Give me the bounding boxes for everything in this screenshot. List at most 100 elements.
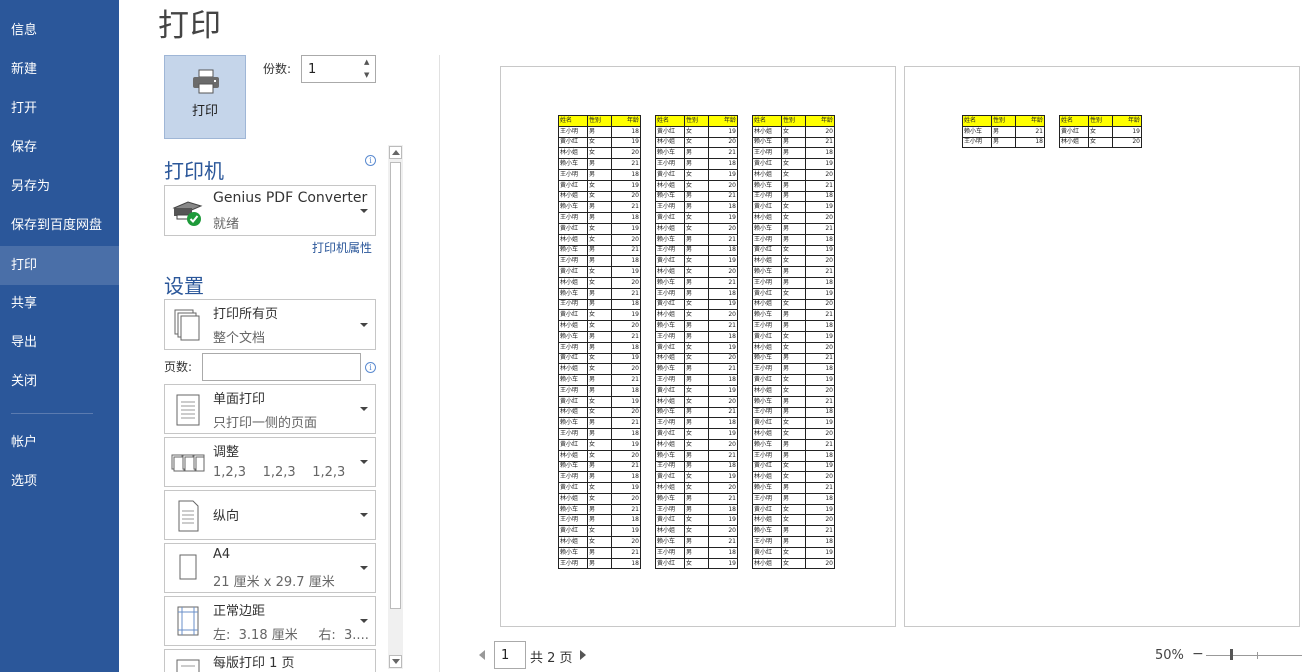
copies-label: 份数: [263,62,292,76]
sidebar-item-export[interactable]: 导出 [0,323,119,362]
chevron-down-icon [360,566,368,570]
sidebar-item-options[interactable]: 选项 [0,462,119,501]
scroll-down-icon[interactable] [389,655,402,668]
table-cell: 黄小红 [655,168,685,181]
table-cell: 女 [587,449,612,462]
table-cell: 王小明 [655,330,685,343]
table-row: 林小姐女 20 [752,471,835,484]
print-button[interactable]: 打印 [164,55,246,139]
paper-size-sub: 21 厘米 x 29.7 厘米 [213,575,335,590]
table-row: 赖小车男 21 [655,363,738,376]
table-row: 王小明男 18 [655,503,738,516]
pages-per-sheet-dropdown[interactable]: 每版打印 1 页 [164,649,376,672]
table-cell: 男 [587,287,612,300]
sidebar-item-share[interactable]: 共享 [0,284,119,323]
zoom-slider[interactable] [1206,652,1302,659]
table-cell: 女 [587,276,612,289]
zoom-slider-thumb[interactable] [1230,649,1233,660]
pages-input[interactable] [202,353,361,381]
table-cell: 女 [684,482,709,494]
sidebar-item-open[interactable]: 打开 [0,89,119,128]
table-cell: 黄小红 [655,471,685,484]
table-cell: 20 [708,525,738,538]
printer-dropdown[interactable]: Genius PDF Converter 就绪 [164,185,376,236]
sidebar-item-save[interactable]: 保存 [0,128,119,167]
table-cell: 黄小红 [558,266,588,278]
copies-stepper[interactable]: 1 ▲ ▼ [301,55,376,83]
sidebar-item-account[interactable]: 帐户 [0,423,119,462]
pages-info-icon[interactable]: i [365,362,376,373]
sidebar-item-save-as[interactable]: 另存为 [0,167,119,206]
sides-dropdown[interactable]: 单面打印 只打印一侧的页面 [164,384,376,434]
table-cell: 王小明 [655,503,685,516]
table-cell: 男 [781,233,806,246]
scrollbar-thumb[interactable] [390,162,401,609]
table-header-row: 姓名 性别 年龄 [752,115,835,127]
table-cell: 19 [805,503,835,516]
sidebar-item-info[interactable]: 信息 [0,11,119,50]
table-cell: 赖小车 [558,374,588,386]
table-cell: 21 [805,136,835,149]
table-cell: 18 [611,125,641,138]
table-cell: 林小姐 [558,276,588,289]
table-row: 黄小红女 19 [752,460,835,473]
printer-properties-link[interactable]: 打印机属性 [312,239,372,256]
table-row: 黄小红女 19 [752,158,835,170]
print-backstage: 信息 新建 打开 保存 另存为 保存到百度网盘 打印 共享 导出 关闭 帐户 选… [0,0,1302,672]
table-cell: 20 [611,492,641,505]
table-cell: 男 [684,492,709,505]
table-cell: 林小姐 [655,395,685,408]
table-row: 王小明男 18 [655,201,738,214]
table-cell: 王小明 [655,287,685,300]
scroll-up-icon[interactable] [389,146,402,159]
printer-info-icon[interactable]: i [365,155,376,166]
table-cell: 女 [684,179,709,192]
table-cell: 女 [781,244,806,257]
table-cell: 女 [781,287,806,300]
table-cell: 21 [1015,125,1045,138]
table-cell: 18 [805,320,835,332]
table-cell: 女 [781,125,806,138]
table-cell: 18 [805,190,835,203]
copies-value: 1 [308,62,317,77]
copies-decrement-icon[interactable]: ▼ [364,72,372,79]
sidebar-item-print[interactable]: 打印 [0,246,119,285]
collate-dropdown[interactable]: 调整 1,2,3 1,2,3 1,2,3 [164,437,376,487]
table-cell: 林小姐 [752,384,782,397]
table-cell: 男 [587,168,612,181]
table-cell: 19 [611,525,641,538]
table-cell: 赖小车 [558,158,588,170]
table-cell: 黄小红 [752,503,782,516]
table-cell: 王小明 [655,417,685,430]
sidebar-item-save-baidu[interactable]: 保存到百度网盘 [0,206,119,245]
zoom-level[interactable]: 50% [1155,648,1184,663]
table-cell: 21 [708,276,738,289]
next-page-icon[interactable] [580,650,586,660]
table-cell: 21 [708,536,738,548]
margins-dropdown[interactable]: 正常边距 左: 3.18 厘米 右: 3.... [164,596,376,646]
table-header-row: 姓名 性别 年龄 [962,115,1045,127]
table-cell: 18 [708,330,738,343]
table-cell: 女 [684,514,709,527]
copies-increment-icon[interactable]: ▲ [364,59,372,66]
table-cell: 男 [684,330,709,343]
table-cell: 21 [611,158,641,170]
table-cell: 女 [684,309,709,322]
previous-page-icon[interactable] [479,650,485,660]
table-row: 林小姐女 20 [558,320,641,332]
settings-scrollbar[interactable] [388,145,403,669]
table-cell: 赖小车 [558,417,588,430]
zoom-slider-tick [1257,652,1258,659]
table-cell: 男 [781,352,806,365]
table-cell: 18 [611,514,641,527]
table-cell: 20 [708,395,738,408]
sidebar-item-new[interactable]: 新建 [0,50,119,89]
zoom-out-button[interactable]: − [1192,646,1204,662]
sidebar-item-close[interactable]: 关闭 [0,362,119,401]
print-range-dropdown[interactable]: 打印所有页 整个文档 [164,299,376,350]
orientation-dropdown[interactable]: 纵向 [164,490,376,540]
page-number-input[interactable]: 1 [494,641,526,669]
table-cell: 黄小红 [752,417,782,430]
table-cell: 20 [805,514,835,527]
paper-size-dropdown[interactable]: A4 21 厘米 x 29.7 厘米 [164,543,376,593]
